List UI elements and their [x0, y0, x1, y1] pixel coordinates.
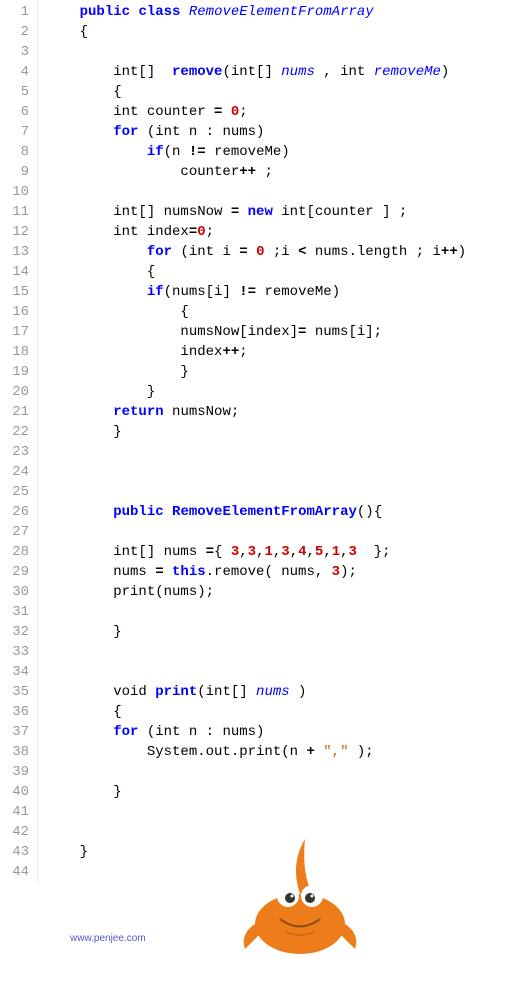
code-line[interactable]: }: [46, 362, 508, 382]
line-number: 22: [4, 422, 29, 442]
code-line[interactable]: int[] remove(int[] nums , int removeMe): [46, 62, 508, 82]
code-line[interactable]: for (int i = 0 ;i < nums.length ; i++): [46, 242, 508, 262]
line-number: 17: [4, 322, 29, 342]
line-number: 2: [4, 22, 29, 42]
line-number: 26: [4, 502, 29, 522]
code-line[interactable]: int index=0;: [46, 222, 508, 242]
line-number: 35: [4, 682, 29, 702]
code-line[interactable]: [46, 762, 508, 782]
line-number: 23: [4, 442, 29, 462]
line-number: 27: [4, 522, 29, 542]
line-number: 30: [4, 582, 29, 602]
code-line[interactable]: public class RemoveElementFromArray: [46, 2, 508, 22]
line-number: 4: [4, 62, 29, 82]
line-number: 42: [4, 822, 29, 842]
code-line[interactable]: nums = this.remove( nums, 3);: [46, 562, 508, 582]
code-line[interactable]: void print(int[] nums ): [46, 682, 508, 702]
line-number: 12: [4, 222, 29, 242]
line-number: 13: [4, 242, 29, 262]
code-line[interactable]: System.out.print(n + "," );: [46, 742, 508, 762]
code-line[interactable]: {: [46, 262, 508, 282]
line-number: 16: [4, 302, 29, 322]
line-number: 37: [4, 722, 29, 742]
code-line[interactable]: numsNow[index]= nums[i];: [46, 322, 508, 342]
code-line[interactable]: if(n != removeMe): [46, 142, 508, 162]
line-number: 6: [4, 102, 29, 122]
code-line[interactable]: for (int n : nums): [46, 722, 508, 742]
code-line[interactable]: {: [46, 22, 508, 42]
line-number: 39: [4, 762, 29, 782]
line-number: 28: [4, 542, 29, 562]
code-line[interactable]: print(nums);: [46, 582, 508, 602]
line-number: 11: [4, 202, 29, 222]
code-line[interactable]: }: [46, 622, 508, 642]
code-line[interactable]: public RemoveElementFromArray(){: [46, 502, 508, 522]
code-content[interactable]: public class RemoveElementFromArray { in…: [38, 0, 508, 884]
code-line[interactable]: int[] nums ={ 3,3,1,3,4,5,1,3 };: [46, 542, 508, 562]
line-number-gutter: 1234567891011121314151617181920212223242…: [0, 0, 38, 884]
code-line[interactable]: }: [46, 382, 508, 402]
penjee-mascot-icon: [230, 824, 370, 964]
line-number: 7: [4, 122, 29, 142]
line-number: 9: [4, 162, 29, 182]
line-number: 34: [4, 662, 29, 682]
code-line[interactable]: [46, 642, 508, 662]
line-number: 36: [4, 702, 29, 722]
line-number: 1: [4, 2, 29, 22]
line-number: 15: [4, 282, 29, 302]
code-line[interactable]: [46, 482, 508, 502]
code-line[interactable]: [46, 662, 508, 682]
line-number: 31: [4, 602, 29, 622]
code-line[interactable]: return numsNow;: [46, 402, 508, 422]
line-number: 8: [4, 142, 29, 162]
line-number: 14: [4, 262, 29, 282]
line-number: 20: [4, 382, 29, 402]
line-number: 5: [4, 82, 29, 102]
line-number: 29: [4, 562, 29, 582]
code-line[interactable]: counter++ ;: [46, 162, 508, 182]
line-number: 25: [4, 482, 29, 502]
line-number: 18: [4, 342, 29, 362]
code-line[interactable]: {: [46, 702, 508, 722]
code-line[interactable]: int counter = 0;: [46, 102, 508, 122]
line-number: 10: [4, 182, 29, 202]
code-line[interactable]: [46, 182, 508, 202]
code-line[interactable]: [46, 802, 508, 822]
line-number: 32: [4, 622, 29, 642]
line-number: 21: [4, 402, 29, 422]
code-line[interactable]: {: [46, 302, 508, 322]
code-line[interactable]: if(nums[i] != removeMe): [46, 282, 508, 302]
code-line[interactable]: [46, 522, 508, 542]
code-line[interactable]: for (int n : nums): [46, 122, 508, 142]
code-line[interactable]: [46, 42, 508, 62]
code-line[interactable]: index++;: [46, 342, 508, 362]
line-number: 33: [4, 642, 29, 662]
line-number: 24: [4, 462, 29, 482]
code-editor[interactable]: 1234567891011121314151617181920212223242…: [0, 0, 508, 884]
code-line[interactable]: [46, 442, 508, 462]
line-number: 19: [4, 362, 29, 382]
code-line[interactable]: [46, 602, 508, 622]
line-number: 38: [4, 742, 29, 762]
line-number: 44: [4, 862, 29, 882]
line-number: 43: [4, 842, 29, 862]
code-line[interactable]: {: [46, 82, 508, 102]
line-number: 41: [4, 802, 29, 822]
line-number: 3: [4, 42, 29, 62]
code-line[interactable]: }: [46, 422, 508, 442]
code-line[interactable]: }: [46, 782, 508, 802]
code-line[interactable]: int[] numsNow = new int[counter ] ;: [46, 202, 508, 222]
footer-url: www.penjee.com: [70, 933, 146, 944]
line-number: 40: [4, 782, 29, 802]
code-line[interactable]: [46, 462, 508, 482]
